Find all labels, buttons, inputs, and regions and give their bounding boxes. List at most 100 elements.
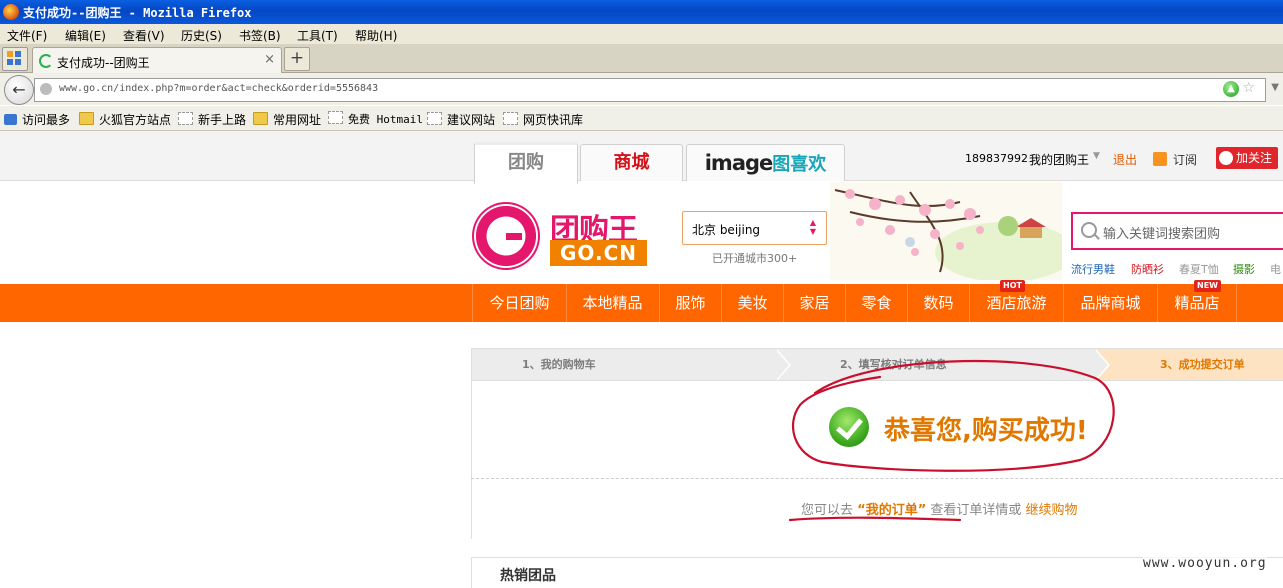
url-bar[interactable]: www.go.cn/index.php?m=order&act=check&or…	[34, 78, 1279, 102]
menu-history[interactable]: 历史(S)	[181, 27, 222, 44]
watermark: www.wooyun.org	[1143, 556, 1267, 571]
step-divider	[1094, 349, 1108, 381]
step-cart: 1、我的购物车	[522, 358, 596, 371]
nav-apparel[interactable]: 服饰	[660, 284, 722, 322]
bookmark-web-slices[interactable]: 网页快讯库	[503, 111, 583, 128]
bookmark-common-sites[interactable]: 常用网址	[253, 111, 321, 128]
tab-title: 支付成功--团购王	[57, 56, 150, 70]
window-title: 支付成功--团购王 - Mozilla Firefox	[23, 6, 252, 20]
menu-view[interactable]: 查看(V)	[123, 27, 165, 44]
step-fill-order: 2、填写核对订单信息	[840, 358, 947, 371]
nav-snacks[interactable]: 零食	[846, 284, 908, 322]
search-input[interactable]: 输入关键词搜索团购	[1071, 212, 1283, 250]
hot-word-link[interactable]: 春夏T恤	[1179, 261, 1219, 277]
nav-boutique[interactable]: 精品店 NEW	[1158, 280, 1237, 322]
checkout-steps: 1、我的购物车 2、填写核对订单信息 3、成功提交订单	[471, 348, 1283, 381]
hint-middle: 查看订单详情或	[930, 503, 1022, 518]
page-icon	[503, 112, 518, 125]
close-tab-icon[interactable]: ×	[264, 52, 275, 67]
nav-home[interactable]: 家居	[784, 284, 846, 322]
hot-word-link[interactable]: 流行男鞋	[1071, 261, 1115, 277]
image-logo-word: image	[704, 151, 774, 175]
bookmark-getting-started[interactable]: 新手上路	[178, 111, 246, 128]
hot-word-link[interactable]: 电	[1270, 261, 1281, 277]
nav-digital[interactable]: 数码	[908, 284, 970, 322]
globe-icon	[40, 83, 52, 95]
back-button[interactable]: ←	[4, 75, 34, 105]
hot-badge: HOT	[1000, 280, 1025, 292]
page-icon	[178, 112, 193, 125]
window-title-bar: 支付成功--团购王 - Mozilla Firefox	[0, 0, 1283, 24]
site-top-strip: 团购 商城 image图喜欢 189837992 我的团购王 ▼ 退出 订阅 加…	[0, 131, 1283, 184]
hint-prefix: 您可以去	[801, 503, 854, 518]
navigation-bar: ← www.go.cn/index.php?m=order&act=check&…	[0, 73, 1283, 105]
bookmark-suggested-sites[interactable]: 建议网站	[427, 111, 495, 128]
channel-tab-mall[interactable]: 商城	[580, 144, 683, 181]
nav-local[interactable]: 本地精品	[566, 284, 660, 322]
city-count: 已开通城市300+	[712, 252, 798, 265]
history-dropdown-icon[interactable]: ▼	[1271, 82, 1279, 93]
menu-tools[interactable]: 工具(T)	[297, 27, 338, 44]
hot-word-link[interactable]: 防晒衫	[1131, 261, 1164, 277]
chevron-down-icon[interactable]: ▼	[1093, 151, 1100, 161]
nav-brand-mall[interactable]: 品牌商城	[1064, 284, 1158, 322]
url-text[interactable]: www.go.cn/index.php?m=order&act=check&or…	[59, 83, 378, 94]
bookmark-star-icon[interactable]: ☆	[1242, 80, 1255, 96]
menu-edit[interactable]: 编辑(E)	[65, 27, 106, 44]
subscribe-link[interactable]: 订阅	[1173, 151, 1197, 168]
search-icon	[1081, 222, 1097, 238]
my-account-link[interactable]: 我的团购王	[1029, 151, 1089, 168]
weibo-follow-button[interactable]: 加关注	[1216, 147, 1278, 169]
continue-shopping-link[interactable]: 继续购物	[1026, 503, 1078, 518]
logo-text-en[interactable]: GO.CN	[550, 240, 647, 266]
go-arrow-icon[interactable]: ▲	[1223, 81, 1239, 97]
search-placeholder: 输入关键词搜索团购	[1103, 227, 1221, 242]
new-badge: NEW	[1194, 280, 1221, 292]
image-logo-cn: 图喜欢	[772, 154, 827, 175]
main-nav: 今日团购 本地精品 服饰 美妆 家居 零食 数码 酒店旅游 HOT 品牌商城 精…	[0, 280, 1283, 322]
hot-deals-title: 热销团品	[500, 568, 556, 584]
most-visited-icon	[4, 114, 17, 125]
new-tab-button[interactable]: +	[284, 47, 310, 71]
divider	[471, 478, 1283, 479]
folder-icon	[79, 112, 94, 125]
nav-hotel-travel[interactable]: 酒店旅游 HOT	[970, 280, 1064, 322]
success-message: 恭喜您,购买成功!	[884, 416, 1088, 446]
tab-active[interactable]: 支付成功--团购王 ×	[32, 47, 282, 73]
menu-bookmarks[interactable]: 书签(B)	[239, 27, 281, 44]
page-icon	[328, 111, 343, 124]
blossom-banner-image	[830, 182, 1062, 280]
menu-bar: 文件(F) 编辑(E) 查看(V) 历史(S) 书签(B) 工具(T) 帮助(H…	[0, 24, 1283, 44]
city-label: 北京 beijing	[692, 223, 761, 237]
nav-beauty[interactable]: 美妆	[722, 284, 784, 322]
tab-groups-button[interactable]	[2, 47, 28, 71]
logout-link[interactable]: 退出	[1113, 151, 1137, 168]
bookmark-hotmail[interactable]: 免费 Hotmail	[328, 111, 423, 127]
bookmark-firefox-site[interactable]: 火狐官方站点	[79, 111, 171, 128]
select-arrows-icon: ▲ ▼	[809, 218, 816, 236]
user-id: 189837992	[965, 152, 1028, 165]
hot-word-link[interactable]: 摄影	[1233, 261, 1255, 277]
channel-tab-tuangou[interactable]: 团购	[474, 142, 578, 184]
channel-tab-image[interactable]: image图喜欢	[686, 144, 845, 181]
firefox-icon	[3, 4, 19, 20]
city-select[interactable]: 北京 beijing ▲ ▼	[682, 211, 827, 245]
step-submitted: 3、成功提交订单	[1160, 358, 1245, 371]
tab-bar: 支付成功--团购王 × +	[0, 44, 1283, 73]
my-order-link[interactable]: “我的订单”	[857, 503, 926, 518]
loading-spinner-icon	[39, 54, 53, 68]
bookmarks-bar: 访问最多 火狐官方站点 新手上路 常用网址 免费 Hotmail 建议网站 网页…	[0, 106, 1283, 131]
menu-file[interactable]: 文件(F)	[7, 27, 47, 44]
bookmark-most-visited[interactable]: 访问最多	[4, 111, 70, 128]
weibo-icon	[1219, 151, 1233, 165]
order-hint: 您可以去 “我的订单” 查看订单详情或 继续购物	[801, 499, 1078, 518]
logo-g-icon[interactable]	[472, 202, 540, 270]
menu-help[interactable]: 帮助(H)	[355, 27, 397, 44]
nav-today-deals[interactable]: 今日团购	[472, 284, 567, 322]
rss-icon[interactable]	[1153, 152, 1167, 166]
folder-icon	[253, 112, 268, 125]
page-icon	[427, 112, 442, 125]
back-arrow-icon: ←	[12, 80, 26, 99]
step-divider	[775, 349, 789, 381]
success-check-icon	[829, 407, 869, 447]
